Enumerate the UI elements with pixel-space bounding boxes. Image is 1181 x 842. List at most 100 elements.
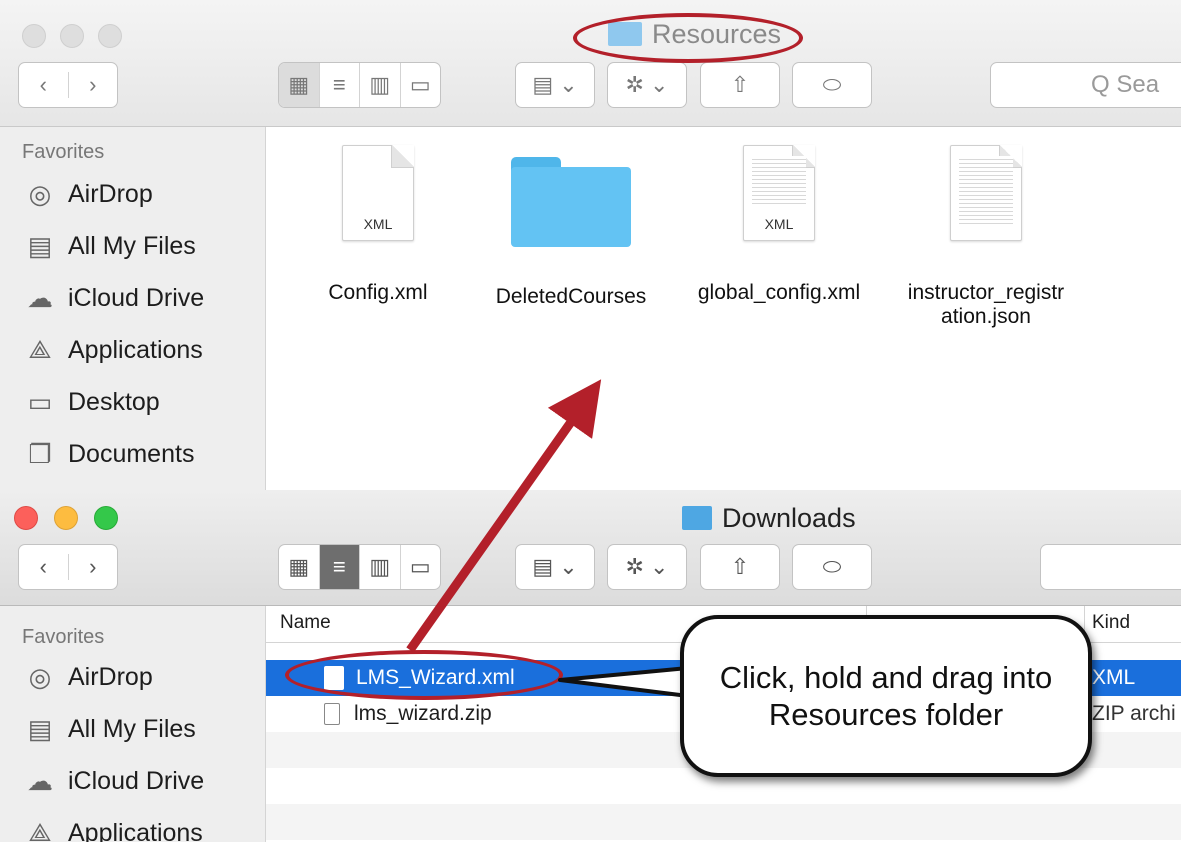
search-placeholder: Q Sea: [1091, 71, 1160, 98]
callout-text: Click, hold and drag into Resources fold…: [719, 659, 1053, 732]
resources-window: Resources ‹ › ▦ ≡ ▥ ▭ ▤ ⌄ ✲ ⌄ ⇧ ⬭ Q Sea …: [0, 0, 1181, 500]
search-field[interactable]: [1040, 544, 1181, 590]
resources-content: XML Config.xml DeletedCourses XML global…: [266, 127, 1181, 500]
file-name: Config.xml: [328, 281, 428, 304]
file-item[interactable]: instructor_registr ation.json: [891, 145, 1081, 329]
sidebar-item-label: iCloud Drive: [68, 283, 205, 312]
sidebar-item-label: iCloud Drive: [68, 766, 205, 795]
downloads-folder-icon: [682, 506, 712, 530]
sidebar-item-label: All My Files: [68, 714, 196, 743]
file-name: lms_wizard.zip: [354, 702, 492, 725]
share-button[interactable]: ⇧: [700, 544, 780, 590]
applications-icon: ⟁: [28, 817, 52, 842]
sidebar-item-label: Applications: [68, 335, 203, 364]
all-files-icon: ▤: [27, 713, 53, 744]
file-name: DeletedCourses: [495, 285, 647, 308]
file-highlight-ellipse: [285, 650, 563, 700]
folder-icon: [511, 157, 631, 247]
column-view-icon[interactable]: ▥: [360, 63, 401, 107]
arrange-button[interactable]: ▤ ⌄: [515, 62, 595, 108]
sidebar: Favorites ◎ AirDrop ▤ All My Files ☁ iCl…: [0, 127, 266, 500]
sidebar-item-icloud-drive[interactable]: ☁ iCloud Drive: [22, 283, 204, 313]
back-button[interactable]: ‹: [19, 72, 69, 98]
sidebar-item-label: All My Files: [68, 231, 196, 260]
json-document-icon: [950, 145, 1022, 241]
downloads-titlebar: Downloads ‹ › ▦ ≡ ▥ ▭ ▤ ⌄ ✲ ⌄ ⇧ ⬭: [0, 490, 1181, 606]
share-button[interactable]: ⇧: [700, 62, 780, 108]
tag-icon: ⬭: [822, 72, 842, 97]
sidebar-item-applications[interactable]: ⟁ Applications: [22, 817, 203, 842]
sidebar-item-airdrop[interactable]: ◎ AirDrop: [22, 179, 153, 209]
share-icon: ⇧: [730, 72, 750, 97]
zoom-button[interactable]: [94, 506, 118, 530]
sidebar-item-icloud-drive[interactable]: ☁ iCloud Drive: [22, 766, 204, 796]
forward-button[interactable]: ›: [69, 554, 118, 580]
minimize-button[interactable]: [60, 24, 84, 48]
file-kind: XML: [1092, 666, 1136, 689]
column-header-kind[interactable]: Kind: [1092, 612, 1130, 634]
view-mode-group: ▦ ≡ ▥ ▭: [278, 62, 441, 108]
tag-icon: ⬭: [822, 554, 842, 579]
tags-button[interactable]: ⬭: [792, 62, 872, 108]
view-mode-group: ▦ ≡ ▥ ▭: [278, 544, 441, 590]
minimize-button[interactable]: [54, 506, 78, 530]
action-button[interactable]: ✲ ⌄: [607, 62, 687, 108]
list-view-icon[interactable]: ≡: [320, 63, 360, 107]
back-forward-group: ‹ ›: [18, 544, 118, 590]
folder-item[interactable]: DeletedCourses: [471, 157, 671, 309]
applications-icon: ⟁: [28, 334, 52, 364]
zip-file-icon: [324, 703, 340, 725]
share-icon: ⇧: [730, 554, 750, 579]
sidebar-item-label: AirDrop: [68, 179, 153, 208]
forward-button[interactable]: ›: [69, 72, 118, 98]
arrange-icon: ▤ ⌄: [532, 554, 578, 579]
arrange-button[interactable]: ▤ ⌄: [515, 544, 595, 590]
window-title: Downloads: [682, 498, 856, 538]
close-button[interactable]: [22, 24, 46, 48]
sidebar-item-label: AirDrop: [68, 662, 153, 691]
instruction-callout: Click, hold and drag into Resources fold…: [680, 615, 1092, 777]
close-button[interactable]: [14, 506, 38, 530]
sidebar-item-label: Desktop: [68, 387, 160, 416]
file-name: instructor_registr ation.json: [907, 281, 1065, 328]
desktop-icon: ▭: [27, 386, 53, 417]
sidebar-item-airdrop[interactable]: ◎ AirDrop: [22, 662, 153, 692]
back-forward-group: ‹ ›: [18, 62, 118, 108]
tags-button[interactable]: ⬭: [792, 544, 872, 590]
search-field[interactable]: Q Sea: [990, 62, 1181, 108]
file-item[interactable]: XML Config.xml: [278, 145, 478, 305]
callout-pointer-mask: [684, 668, 694, 694]
sidebar-item-label: Applications: [68, 818, 203, 842]
xml-document-icon: XML: [743, 145, 815, 241]
airdrop-icon: ◎: [28, 661, 52, 692]
sidebar-item-all-my-files[interactable]: ▤ All My Files: [22, 231, 196, 261]
back-button[interactable]: ‹: [19, 554, 69, 580]
xml-document-icon: XML: [342, 145, 414, 241]
resources-titlebar: Resources ‹ › ▦ ≡ ▥ ▭ ▤ ⌄ ✲ ⌄ ⇧ ⬭ Q Sea: [0, 0, 1181, 127]
icon-view-icon[interactable]: ▦: [279, 545, 320, 589]
window-title-text: Downloads: [722, 502, 856, 533]
sidebar-item-label: Documents: [68, 439, 195, 468]
arrange-icon: ▤ ⌄: [532, 72, 578, 97]
column-header-name[interactable]: Name: [280, 612, 331, 634]
airdrop-icon: ◎: [28, 178, 52, 209]
cloud-icon: ☁: [27, 765, 53, 796]
file-item[interactable]: XML global_config.xml: [679, 145, 879, 305]
gear-icon: ✲ ⌄: [625, 554, 669, 579]
sidebar-item-documents[interactable]: ❐ Documents: [22, 439, 194, 469]
gear-icon: ✲ ⌄: [625, 72, 669, 97]
sidebar-item-all-my-files[interactable]: ▤ All My Files: [22, 714, 196, 744]
icon-view-icon[interactable]: ▦: [279, 63, 320, 107]
zoom-button[interactable]: [98, 24, 122, 48]
file-name: global_config.xml: [697, 281, 861, 304]
cover-flow-icon[interactable]: ▭: [401, 63, 441, 107]
column-view-icon[interactable]: ▥: [360, 545, 401, 589]
sidebar-item-desktop[interactable]: ▭ Desktop: [22, 387, 160, 417]
sidebar-item-applications[interactable]: ⟁ Applications: [22, 334, 203, 365]
sidebar-heading: Favorites: [22, 141, 105, 163]
cover-flow-icon[interactable]: ▭: [401, 545, 441, 589]
action-button[interactable]: ✲ ⌄: [607, 544, 687, 590]
cloud-icon: ☁: [27, 282, 53, 313]
list-view-icon[interactable]: ≡: [319, 545, 360, 589]
sidebar: Favorites ◎ AirDrop ▤ All My Files ☁ iCl…: [0, 606, 266, 842]
